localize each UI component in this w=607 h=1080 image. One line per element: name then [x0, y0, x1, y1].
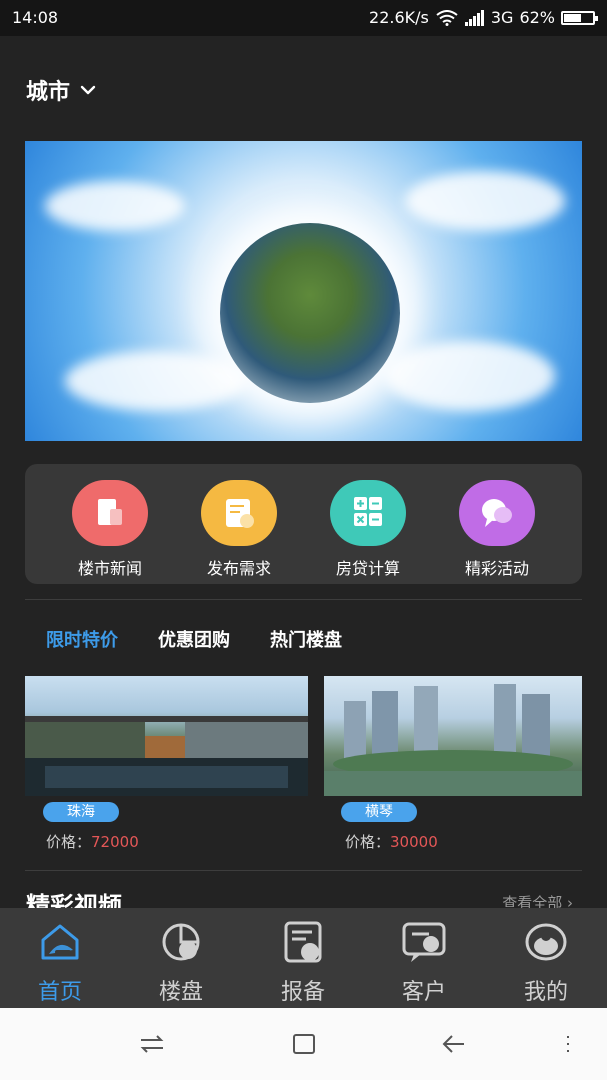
banner-cloud	[65, 351, 245, 411]
quick-action-label: 房贷计算	[335, 559, 400, 578]
quick-action-activity[interactable]: 精彩活动	[447, 480, 547, 579]
customer-icon	[402, 922, 446, 962]
status-indicators: 22.6K/s 3G 62%	[369, 8, 598, 27]
news-icon	[72, 480, 148, 546]
tab-limited-offer[interactable]: 限时特价	[46, 626, 118, 652]
nav-item-profile[interactable]: 我的	[496, 920, 596, 1006]
property-price: 价格：72000	[46, 831, 139, 852]
quick-action-publish[interactable]: 发布需求	[189, 480, 289, 579]
property-image	[324, 676, 582, 796]
banner-cloud	[45, 181, 185, 231]
battery-icon	[561, 10, 598, 25]
quick-action-label: 精彩活动	[464, 559, 529, 578]
price-label: 价格：	[345, 833, 391, 851]
battery-percent: 62%	[519, 8, 555, 27]
activity-icon	[459, 480, 535, 546]
nav-item-buildings[interactable]: 楼盘	[131, 920, 231, 1006]
banner-cloud	[385, 341, 555, 411]
home-button-icon[interactable]	[290, 1032, 318, 1056]
battery-level	[564, 13, 581, 22]
profile-icon	[525, 923, 567, 961]
property-image	[25, 676, 308, 796]
price-label: 价格：	[46, 833, 92, 851]
banner-planet	[220, 223, 400, 403]
divider	[25, 870, 582, 871]
category-tabs: 限时特价 优惠团购 热门楼盘	[46, 626, 342, 652]
property-card[interactable]: 珠海 价格：72000	[25, 676, 308, 851]
quick-action-label: 楼市新闻	[77, 559, 142, 578]
price-value: 30000	[390, 833, 438, 851]
network-type: 3G	[490, 8, 514, 27]
chevron-down-icon	[80, 85, 96, 95]
building-icon	[162, 923, 200, 961]
publish-icon	[201, 480, 277, 546]
nav-label: 首页	[37, 980, 82, 1005]
status-bar: 14:08 22.6K/s 3G 62%	[0, 0, 607, 36]
wifi-icon	[436, 9, 458, 26]
tab-group-buy[interactable]: 优惠团购	[158, 626, 230, 652]
quick-action-news[interactable]: 楼市新闻	[60, 480, 160, 579]
property-location-tag: 珠海	[43, 802, 119, 822]
quick-actions-panel: 楼市新闻 发布需求 房贷计算 精彩活动	[25, 464, 582, 584]
divider	[25, 599, 582, 600]
nav-label: 客户	[401, 980, 446, 1005]
signal-icon	[464, 9, 484, 26]
back-icon[interactable]	[440, 1032, 468, 1056]
tab-hot-properties[interactable]: 热门楼盘	[270, 626, 342, 652]
property-card[interactable]: 横琴 价格：30000	[324, 676, 582, 851]
status-time: 14:08	[12, 8, 59, 27]
home-icon	[41, 924, 79, 960]
nav-label: 楼盘	[158, 980, 203, 1005]
nav-label: 报备	[280, 980, 325, 1005]
banner-image[interactable]	[25, 141, 582, 441]
banner-cloud	[405, 171, 565, 231]
report-icon	[284, 921, 322, 963]
nav-item-customers[interactable]: 客户	[374, 920, 474, 1006]
property-price: 价格：30000	[345, 831, 438, 852]
price-value: 72000	[91, 833, 139, 851]
calculator-icon	[330, 480, 406, 546]
city-selector[interactable]: 城市	[26, 74, 96, 106]
menu-icon[interactable]	[562, 1032, 574, 1056]
system-nav-bar	[0, 1008, 607, 1080]
bottom-nav: 首页 楼盘 报备 客户 我的	[0, 908, 607, 1008]
property-location-tag: 横琴	[341, 802, 417, 822]
switch-apps-icon[interactable]	[138, 1032, 166, 1056]
nav-label: 我的	[523, 980, 568, 1005]
nav-item-home[interactable]: 首页	[10, 920, 110, 1006]
city-label: 城市	[26, 80, 71, 105]
quick-action-calculator[interactable]: 房贷计算	[318, 480, 418, 579]
network-speed: 22.6K/s	[369, 8, 429, 27]
nav-item-report[interactable]: 报备	[253, 920, 353, 1006]
quick-action-label: 发布需求	[206, 559, 271, 578]
